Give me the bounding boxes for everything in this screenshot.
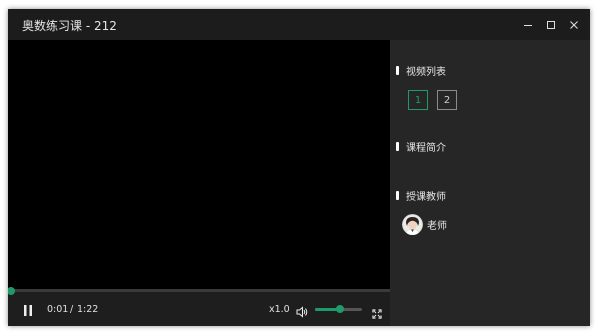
teacher-header: 授课教师 [396,189,446,203]
course-intro-header: 课程简介 [396,140,446,154]
close-icon [570,20,578,29]
progress-bar[interactable] [8,287,390,295]
app-window: 奥数练习课 - 212 0:01 / 1:22 x1.0 视频列表 1 2 课程… [8,9,590,326]
player-controls: 0:01 / 1:22 x1.0 [8,287,390,326]
time-separator: / [70,304,74,315]
section-marker [396,190,399,200]
volume-slider[interactable] [315,305,362,313]
volume-handle[interactable] [335,305,344,313]
teacher-name: 老师 [427,220,447,232]
section-marker [396,65,399,75]
video-list-header: 视频列表 [396,64,446,78]
course-intro-title: 课程简介 [406,142,446,154]
maximize-button[interactable] [539,9,563,40]
title-bar[interactable]: 奥数练习课 - 212 [8,9,590,40]
volume-icon [296,306,308,318]
teacher-section-title: 授课教师 [406,191,446,203]
video-list-title: 视频列表 [406,66,446,78]
play-pause-button[interactable] [22,303,34,317]
current-time: 0:01 [47,304,69,315]
teacher-avatar [402,213,423,235]
fullscreen-button[interactable] [372,304,382,319]
episode-button-1[interactable]: 1 [408,90,428,110]
video-area[interactable] [8,40,390,289]
episode-button-2[interactable]: 2 [437,90,457,110]
minimize-icon [524,24,532,26]
teacher-card: 老师 [402,213,447,235]
maximize-icon [547,20,555,29]
section-marker [396,141,399,151]
close-button[interactable] [562,9,586,40]
playback-speed-button[interactable]: x1.0 [269,304,290,315]
volume-button[interactable] [296,303,308,318]
progress-handle[interactable] [8,287,15,295]
window-title: 奥数练习课 - 212 [22,19,117,33]
pause-icon [24,305,32,316]
fullscreen-icon [372,309,382,319]
duration: 1:22 [77,304,99,315]
course-sidebar: 视频列表 1 2 课程简介 授课教师 老师 [390,40,590,326]
minimize-button[interactable] [516,9,540,40]
